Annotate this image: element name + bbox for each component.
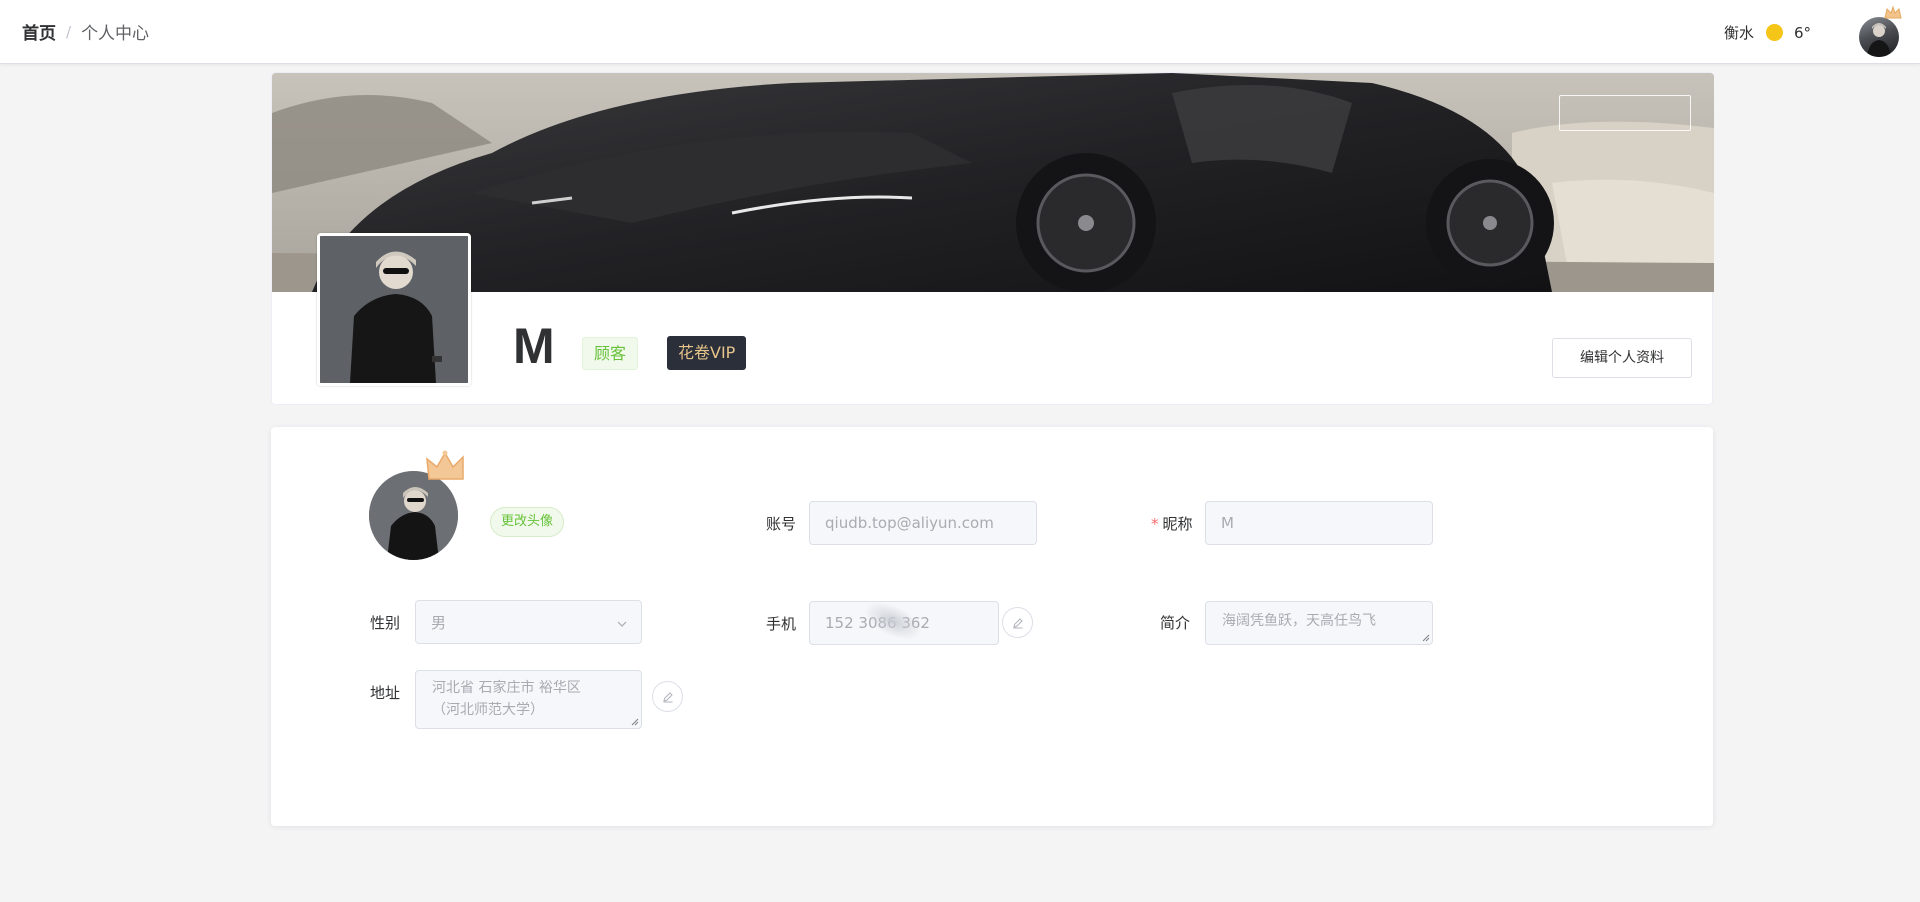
pencil-icon bbox=[662, 691, 673, 702]
change-avatar-button[interactable]: 更改头像 bbox=[490, 507, 565, 537]
pencil-icon bbox=[1012, 617, 1023, 628]
edit-address-button[interactable] bbox=[652, 681, 683, 712]
vip-tag: 花卷VIP bbox=[667, 336, 747, 370]
cover-banner bbox=[272, 73, 1714, 292]
address-textarea[interactable]: 河北省 石家庄市 裕华区 （河北师范大学） bbox=[415, 670, 642, 729]
address-label: 地址 bbox=[370, 684, 401, 702]
user-avatar[interactable] bbox=[1859, 17, 1899, 57]
breadcrumb-home[interactable]: 首页 bbox=[22, 19, 56, 44]
nickname-field[interactable]: M bbox=[1205, 501, 1433, 545]
sun-icon bbox=[1766, 24, 1784, 41]
bio-textarea[interactable]: 海阔凭鱼跃，天高任鸟飞 bbox=[1205, 601, 1433, 645]
profile-form-card: 更改头像 账号 qiudb.top@aliyun.com * 昵称 M 性别 男 … bbox=[271, 427, 1713, 826]
address-line2: （河北师范大学） bbox=[432, 702, 544, 718]
weather-widget: 衡水 6° bbox=[1724, 22, 1811, 43]
phone-label: 手机 bbox=[766, 615, 797, 633]
phone-field[interactable]: 152 3086 362 bbox=[809, 594, 999, 648]
resize-handle-icon bbox=[631, 718, 639, 726]
role-tag: 顾客 bbox=[582, 337, 639, 370]
chevron-down-icon bbox=[617, 621, 627, 627]
account-field[interactable]: qiudb.top@aliyun.com bbox=[809, 501, 1037, 545]
nickname-value: M bbox=[1221, 514, 1234, 532]
gender-value: 男 bbox=[431, 613, 447, 632]
nickname-label: * 昵称 bbox=[1151, 513, 1193, 534]
address-line1: 河北省 石家庄市 裕华区 bbox=[432, 680, 581, 696]
form-avatar[interactable] bbox=[369, 471, 458, 560]
crown-icon bbox=[426, 450, 464, 480]
profile-username: M bbox=[513, 318, 555, 374]
edit-phone-button[interactable] bbox=[1002, 607, 1033, 638]
breadcrumb-separator: / bbox=[66, 22, 72, 41]
profile-card: M 顾客 花卷VIP 编辑个人资料 bbox=[271, 72, 1714, 405]
breadcrumb-current: 个人中心 bbox=[81, 24, 150, 44]
gender-label: 性别 bbox=[370, 614, 401, 632]
weather-city: 衡水 bbox=[1724, 24, 1755, 42]
edit-profile-button[interactable]: 编辑个人资料 bbox=[1552, 338, 1692, 378]
account-label: 账号 bbox=[766, 515, 797, 533]
weather-temperature: 6° bbox=[1794, 23, 1812, 42]
nickname-label-text: 昵称 bbox=[1162, 515, 1193, 533]
top-header: 首页 / 个人中心 衡水 6° bbox=[0, 0, 1920, 64]
crown-icon bbox=[1884, 6, 1902, 19]
bio-value: 海阔凭鱼跃，天高任鸟飞 bbox=[1222, 613, 1376, 629]
resize-handle-icon bbox=[1422, 634, 1430, 642]
account-value: qiudb.top@aliyun.com bbox=[825, 514, 994, 532]
banner-outline-button[interactable] bbox=[1559, 95, 1691, 131]
required-mark: * bbox=[1151, 515, 1159, 533]
gender-select[interactable]: 男 bbox=[415, 600, 642, 644]
phone-blur-mask bbox=[858, 594, 928, 648]
profile-photo bbox=[317, 233, 471, 386]
breadcrumb: 首页 / 个人中心 bbox=[22, 19, 150, 45]
bio-label: 简介 bbox=[1160, 614, 1191, 632]
